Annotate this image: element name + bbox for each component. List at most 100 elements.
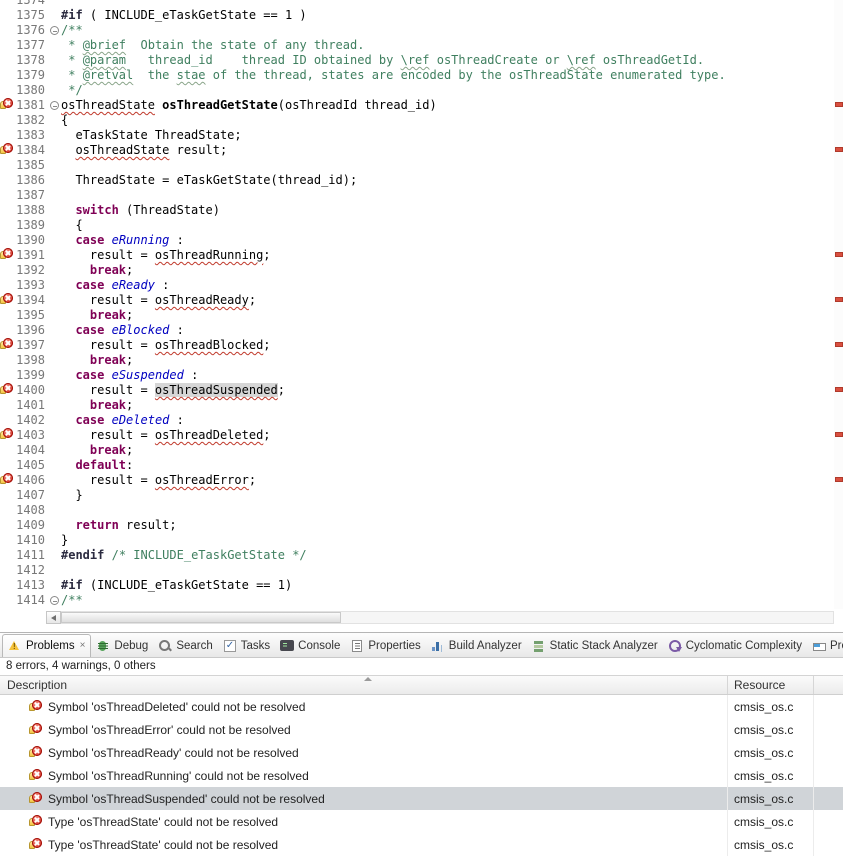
tab-build-analyzer[interactable]: Build Analyzer <box>426 634 527 657</box>
gutter-marker-area[interactable] <box>0 548 15 563</box>
code-line-1392[interactable]: 1392 break; <box>0 263 833 278</box>
error-overview-mark[interactable] <box>835 297 843 302</box>
fold-margin[interactable] <box>48 308 61 323</box>
gutter-marker-area[interactable] <box>0 563 15 578</box>
fold-collapse-icon[interactable] <box>50 596 59 605</box>
fold-margin[interactable] <box>48 503 61 518</box>
code-line-1388[interactable]: 1388 switch (ThreadState) <box>0 203 833 218</box>
horizontal-scrollbar[interactable] <box>0 609 834 626</box>
tab-properties[interactable]: Properties <box>345 634 425 657</box>
error-icon[interactable] <box>29 815 42 828</box>
fold-margin[interactable] <box>48 548 61 563</box>
gutter-marker-area[interactable] <box>0 218 15 233</box>
gutter-marker-area[interactable] <box>0 413 15 428</box>
fold-margin[interactable] <box>48 323 61 338</box>
column-header-resource[interactable]: Resource <box>728 676 814 694</box>
code-line-1411[interactable]: 1411 #endif /* INCLUDE_eTaskGetState */ <box>0 548 833 563</box>
scroll-left-arrow-icon[interactable] <box>46 611 61 624</box>
code-line-1405[interactable]: 1405 default: <box>0 458 833 473</box>
fold-margin[interactable] <box>48 488 61 503</box>
column-header-description[interactable]: Description <box>0 676 728 694</box>
code-line-1412[interactable]: 1412 <box>0 563 833 578</box>
gutter-marker-area[interactable] <box>0 503 15 518</box>
error-icon[interactable] <box>29 700 42 713</box>
fold-margin[interactable] <box>48 368 61 383</box>
code-line-1395[interactable]: 1395 break; <box>0 308 833 323</box>
error-icon[interactable] <box>0 293 13 306</box>
gutter-marker-area[interactable] <box>0 248 15 263</box>
code-editor[interactable]: 1374 1375 #if ( INCLUDE_eTaskGetState == 1… <box>0 0 843 626</box>
code-line-1410[interactable]: 1410} <box>0 533 833 548</box>
gutter-marker-area[interactable] <box>0 8 15 23</box>
error-icon[interactable] <box>29 769 42 782</box>
code-line-1391[interactable]: 1391 result = osThreadRunning; <box>0 248 833 263</box>
code-line-1402[interactable]: 1402 case eDeleted : <box>0 413 833 428</box>
code-line-1414[interactable]: 1414 /** <box>0 593 833 608</box>
error-icon[interactable] <box>0 473 13 486</box>
fold-margin[interactable] <box>48 143 61 158</box>
gutter-marker-area[interactable] <box>0 68 15 83</box>
code-line-1404[interactable]: 1404 break; <box>0 443 833 458</box>
fold-margin[interactable] <box>48 98 61 113</box>
gutter-marker-area[interactable] <box>0 188 15 203</box>
gutter-marker-area[interactable] <box>0 83 15 98</box>
code-line-1399[interactable]: 1399 case eSuspended : <box>0 368 833 383</box>
scrollbar-thumb[interactable] <box>61 612 341 623</box>
gutter-marker-area[interactable] <box>0 293 15 308</box>
code-line-1396[interactable]: 1396 case eBlocked : <box>0 323 833 338</box>
code-line-1385[interactable]: 1385 <box>0 158 833 173</box>
error-icon[interactable] <box>0 143 13 156</box>
code-line-1383[interactable]: 1383 eTaskState ThreadState; <box>0 128 833 143</box>
tab-cyclomatic-complexity[interactable]: Cyclomatic Complexity <box>663 634 807 657</box>
error-icon[interactable] <box>29 746 42 759</box>
problem-row[interactable]: Symbol 'osThreadError' could not be reso… <box>0 718 843 741</box>
fold-margin[interactable] <box>48 413 61 428</box>
gutter-marker-area[interactable] <box>0 0 15 8</box>
fold-margin[interactable] <box>48 8 61 23</box>
warnings-group-row[interactable]: Warnings (4 items) <box>0 856 843 861</box>
gutter-marker-area[interactable] <box>0 323 15 338</box>
gutter-marker-area[interactable] <box>0 233 15 248</box>
fold-margin[interactable] <box>48 128 61 143</box>
fold-margin[interactable] <box>48 53 61 68</box>
fold-collapse-icon[interactable] <box>50 26 59 35</box>
tab-problems[interactable]: Problems × <box>2 634 92 657</box>
gutter-marker-area[interactable] <box>0 308 15 323</box>
fold-margin[interactable] <box>48 68 61 83</box>
fold-margin[interactable] <box>48 83 61 98</box>
gutter-marker-area[interactable] <box>0 263 15 278</box>
error-overview-mark[interactable] <box>835 477 843 482</box>
close-icon[interactable]: × <box>80 641 86 651</box>
gutter-marker-area[interactable] <box>0 173 15 188</box>
gutter-marker-area[interactable] <box>0 518 15 533</box>
fold-margin[interactable] <box>48 158 61 173</box>
code-line-1398[interactable]: 1398 break; <box>0 353 833 368</box>
error-overview-mark[interactable] <box>835 102 843 107</box>
fold-margin[interactable] <box>48 428 61 443</box>
error-icon[interactable] <box>29 723 42 736</box>
fold-margin[interactable] <box>48 38 61 53</box>
code-line-1379[interactable]: 1379 * @retval the stae of the thread, s… <box>0 68 833 83</box>
gutter-marker-area[interactable] <box>0 368 15 383</box>
gutter-marker-area[interactable] <box>0 23 15 38</box>
error-icon[interactable] <box>29 838 42 851</box>
gutter-marker-area[interactable] <box>0 113 15 128</box>
code-line-1386[interactable]: 1386 ThreadState = eTaskGetState(thread_… <box>0 173 833 188</box>
gutter-marker-area[interactable] <box>0 53 15 68</box>
gutter-marker-area[interactable] <box>0 203 15 218</box>
gutter-marker-area[interactable] <box>0 473 15 488</box>
gutter-marker-area[interactable] <box>0 38 15 53</box>
gutter-marker-area[interactable] <box>0 488 15 503</box>
fold-margin[interactable] <box>48 113 61 128</box>
problem-row[interactable]: Symbol 'osThreadReady' could not be reso… <box>0 741 843 764</box>
code-line-1408[interactable]: 1408 <box>0 503 833 518</box>
error-icon[interactable] <box>0 248 13 261</box>
fold-collapse-icon[interactable] <box>50 101 59 110</box>
problem-row[interactable]: Symbol 'osThreadSuspended' could not be … <box>0 787 843 810</box>
tab-progress[interactable]: Progress <box>807 634 843 657</box>
fold-margin[interactable] <box>48 23 61 38</box>
error-overview-mark[interactable] <box>835 342 843 347</box>
fold-margin[interactable] <box>48 203 61 218</box>
gutter-marker-area[interactable] <box>0 428 15 443</box>
code-line-1378[interactable]: 1378 * @param thread_id thread ID obtain… <box>0 53 833 68</box>
